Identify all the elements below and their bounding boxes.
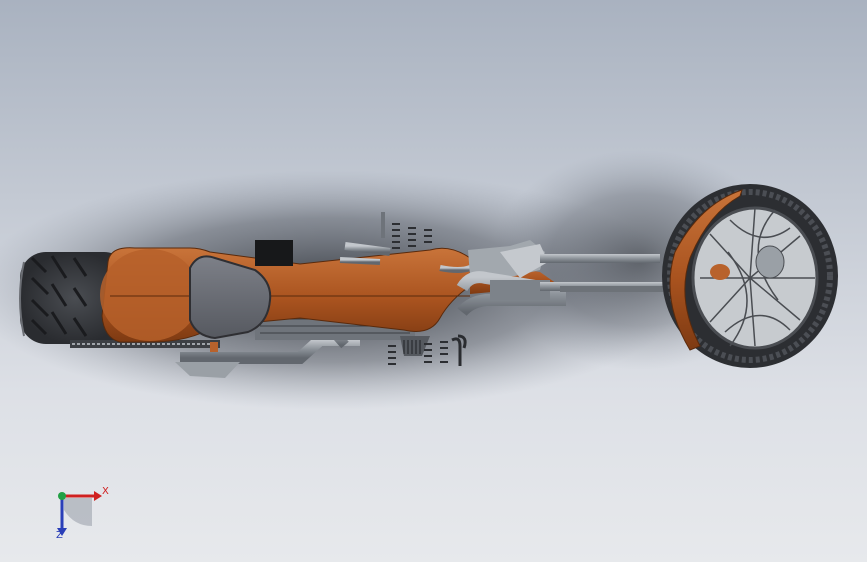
x-axis-arrow [94,491,102,501]
graphics-viewport[interactable]: X Z [0,0,867,562]
z-axis-label: Z [56,530,63,541]
motorcycle-model[interactable] [0,0,867,562]
x-axis-label: X [102,486,109,497]
upper-bolt [381,212,385,238]
triad-shadow [64,498,92,526]
coordinate-triad: X Z [44,480,114,550]
seat-box [255,240,293,266]
y-axis-dot [58,492,66,500]
